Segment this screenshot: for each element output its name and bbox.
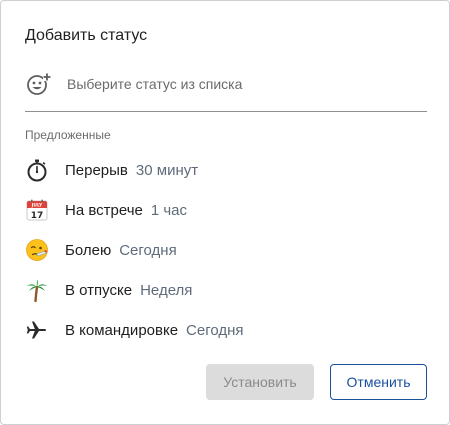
set-status-dialog: Добавить статус Предложенные xyxy=(0,0,450,425)
dialog-title: Добавить статус xyxy=(25,27,148,44)
status-item-name: В командировке xyxy=(65,321,179,339)
set-status-button[interactable]: Установить xyxy=(206,364,314,400)
status-item-vacation[interactable]: В отпуске Неделя xyxy=(1,270,449,310)
status-item-name: На встрече xyxy=(65,201,143,219)
sick-face-icon xyxy=(25,238,49,262)
status-item-break[interactable]: Перерыв 30 минут xyxy=(1,150,449,190)
calendar-icon-month: JULY xyxy=(31,203,43,209)
calendar-icon: JULY 17 xyxy=(25,198,49,222)
airplane-icon xyxy=(25,318,49,342)
dialog-actions: Установить Отменить xyxy=(206,364,427,400)
add-emoji-icon[interactable] xyxy=(26,71,52,97)
status-item-duration: 1 час xyxy=(150,201,188,219)
status-item-sick[interactable]: Болею Сегодня xyxy=(1,230,449,270)
cancel-button[interactable]: Отменить xyxy=(330,364,427,400)
status-item-meeting[interactable]: JULY 17 На встрече 1 час xyxy=(1,190,449,230)
status-item-name: В отпуске xyxy=(65,281,133,299)
status-item-duration: 30 минут xyxy=(135,161,199,179)
suggested-section-label: Предложенные xyxy=(25,128,111,142)
status-search-input[interactable] xyxy=(67,73,407,95)
suggested-status-list: Перерыв 30 минут JULY 17 На встрече 1 ча… xyxy=(1,150,449,350)
palm-tree-icon xyxy=(25,278,49,302)
status-item-business-trip[interactable]: В командировке Сегодня xyxy=(1,310,449,350)
calendar-icon-day: 17 xyxy=(31,211,44,221)
status-item-duration: Сегодня xyxy=(119,241,177,259)
status-item-name: Болею xyxy=(65,241,112,259)
status-search[interactable] xyxy=(25,69,427,112)
status-item-duration: Неделя xyxy=(140,281,193,299)
status-item-duration: Сегодня xyxy=(186,321,244,339)
status-item-name: Перерыв xyxy=(65,161,128,179)
stopwatch-icon xyxy=(25,158,49,182)
